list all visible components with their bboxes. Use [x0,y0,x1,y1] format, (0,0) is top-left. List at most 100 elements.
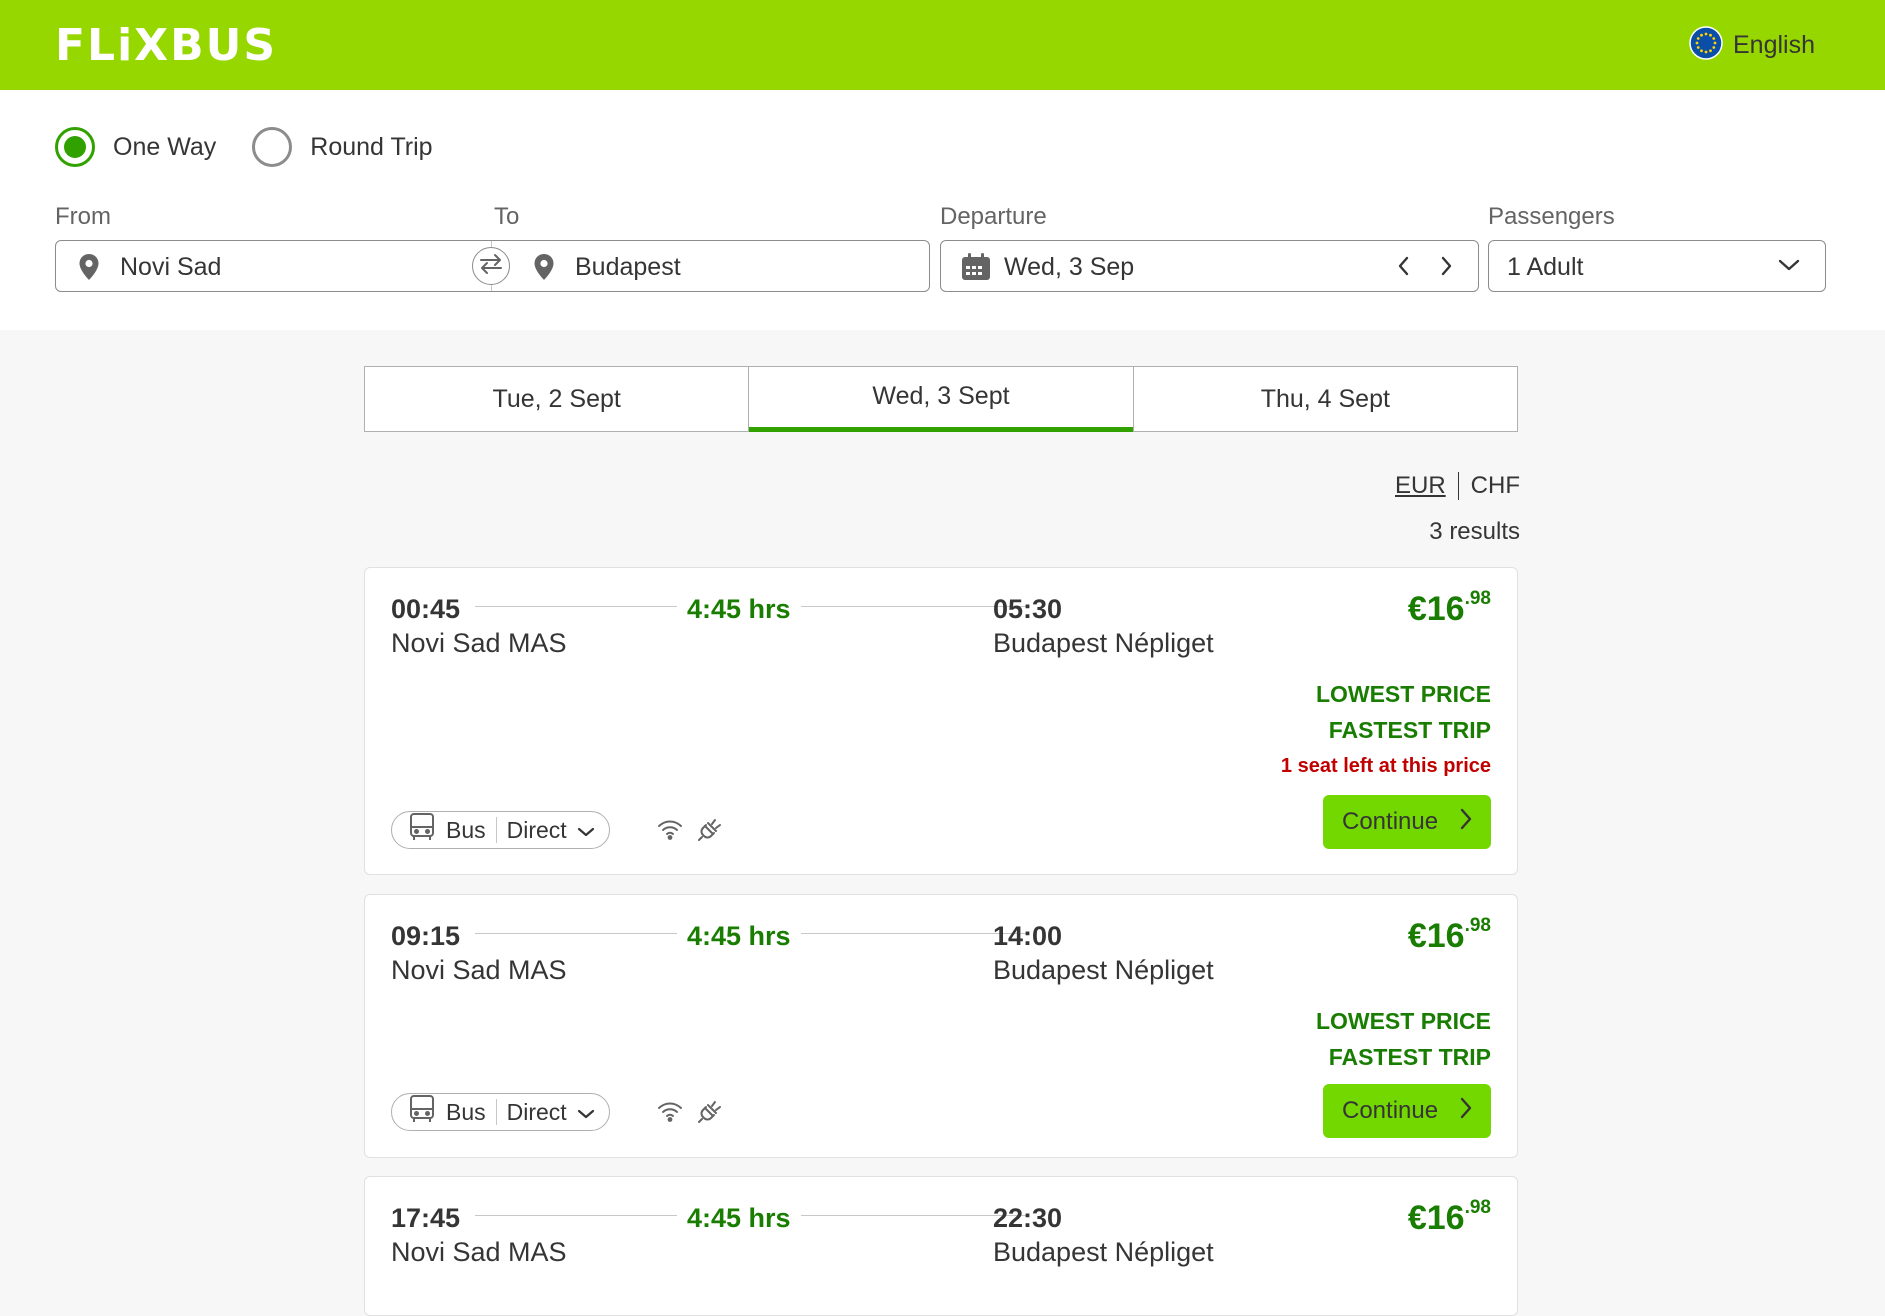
round-trip-radio-circle[interactable] [252,127,293,167]
departure-station[interactable]: Novi Sad MAS [391,1237,567,1268]
route-input-group: Novi Sad Budapest [55,240,930,292]
date-tab-label: Thu, 4 Sept [1260,384,1390,413]
arrival-station[interactable]: Budapest Népliget [993,955,1214,986]
date-tab-label: Tue, 2 Sept [492,384,621,413]
departure-time: 00:45 [391,594,461,624]
power-plug-icon [697,1098,723,1129]
arrival-time: 22:30 [993,1203,1063,1233]
wifi-icon [657,1100,683,1127]
arrival-time: 05:30 [993,594,1063,624]
wifi-icon [657,818,683,845]
passengers-value: 1 Adult [1507,253,1584,281]
arrival-station[interactable]: Budapest Népliget [993,1237,1214,1268]
trip-card: 00:45 4:45 hrs 05:30 Novi Sad MAS Budape… [364,567,1518,875]
price-main: €16 [1407,590,1465,628]
swap-button[interactable] [472,247,510,285]
chevron-down-icon [577,1099,595,1126]
to-label: To [494,203,520,230]
departure-time: 09:15 [391,921,461,951]
trip-type-selector: One Way Round Trip [55,127,469,167]
continue-label: Continue [1342,808,1439,835]
trip-price: €16.98 [1407,1197,1491,1238]
from-input[interactable]: Novi Sad [120,253,221,282]
flixbus-logo[interactable]: FLiXBUS [55,22,277,70]
chevron-left-icon[interactable] [1396,255,1410,282]
date-tabs: Tue, 2 Sept Wed, 3 Sept Thu, 4 Sept [364,366,1518,432]
trip-duration: 4:45 hrs [677,1203,801,1234]
transport-details-toggle[interactable]: Bus Direct [391,811,610,849]
search-panel: One Way Round Trip From To Departure Pas… [0,90,1885,330]
calendar-icon [961,253,991,286]
passengers-select[interactable]: 1 Adult [1488,240,1826,292]
chevron-right-icon [1459,807,1473,838]
price-main: €16 [1407,1199,1465,1237]
seats-left-note: 1 seat left at this price [1280,755,1491,777]
pill-divider [495,817,497,843]
arrival-time: 14:00 [993,921,1063,951]
departure-value: Wed, 3 Sep [1004,253,1135,281]
language-label: English [1733,30,1815,59]
date-tab-prev[interactable]: Tue, 2 Sept [364,366,750,432]
fastest-trip-tag: FASTEST TRIP [1328,717,1491,743]
currency-chf-link[interactable]: CHF [1471,472,1520,500]
trip-price: €16.98 [1407,915,1491,956]
departure-time: 17:45 [391,1203,461,1233]
connection-type: Direct [506,1098,567,1125]
continue-label: Continue [1342,1097,1439,1124]
price-cents: .98 [1464,915,1491,936]
chevron-right-icon[interactable] [1440,255,1454,282]
price-cents: .98 [1464,1197,1491,1218]
amenities [657,1098,723,1129]
departure-input[interactable]: Wed, 3 Sep [940,240,1479,292]
pill-divider [495,1099,497,1125]
from-label: From [55,203,111,230]
transport-type: Bus [446,1098,486,1125]
bus-icon [408,1094,436,1130]
one-way-radio[interactable]: One Way [55,127,216,167]
one-way-label: One Way [113,132,217,161]
power-plug-icon [697,816,723,847]
one-way-radio-circle[interactable] [55,127,95,167]
transport-details-toggle[interactable]: Bus Direct [391,1093,610,1131]
trip-duration: 4:45 hrs [677,594,801,625]
currency-divider [1457,472,1459,500]
trip-duration: 4:45 hrs [677,921,801,952]
connection-type: Direct [506,816,567,843]
departure-station[interactable]: Novi Sad MAS [391,628,567,659]
continue-button[interactable]: Continue [1323,795,1491,849]
departure-label: Departure [940,203,1047,230]
price-cents: .98 [1464,588,1491,609]
fastest-trip-tag: FASTEST TRIP [1328,1044,1491,1070]
date-tab-current[interactable]: Wed, 3 Sept [749,366,1134,432]
currency-eur-link[interactable]: EUR [1395,472,1446,500]
departure-station[interactable]: Novi Sad MAS [391,955,567,986]
transport-type: Bus [446,816,486,843]
to-input[interactable]: Budapest [575,253,681,282]
continue-button[interactable]: Continue [1323,1084,1491,1138]
chevron-right-icon [1459,1096,1473,1127]
location-pin-icon [533,253,555,286]
lowest-price-tag: LOWEST PRICE [1315,681,1491,707]
round-trip-label: Round Trip [310,132,433,161]
location-pin-icon [78,253,100,286]
price-main: €16 [1407,917,1465,955]
currency-switcher: EUR CHF [1395,472,1520,500]
trip-card: 17:45 4:45 hrs 22:30 Novi Sad MAS Budape… [364,1176,1518,1316]
language-selector[interactable]: English [1689,25,1815,65]
bus-icon [408,812,436,848]
chevron-down-icon [577,817,595,844]
swap-icon [478,253,504,280]
globe-icon [1689,25,1723,65]
trip-price: €16.98 [1407,588,1491,629]
chevron-down-icon [1777,257,1801,278]
arrival-station[interactable]: Budapest Népliget [993,628,1214,659]
round-trip-radio[interactable]: Round Trip [252,127,433,167]
trip-card: 09:15 4:45 hrs 14:00 Novi Sad MAS Budape… [364,894,1518,1158]
date-tab-next[interactable]: Thu, 4 Sept [1133,366,1518,432]
passengers-label: Passengers [1488,203,1615,230]
lowest-price-tag: LOWEST PRICE [1315,1008,1491,1034]
top-bar: FLiXBUS English [0,0,1885,90]
results-count: 3 results [1429,518,1520,545]
amenities [657,816,723,847]
date-tab-label: Wed, 3 Sept [872,381,1010,410]
